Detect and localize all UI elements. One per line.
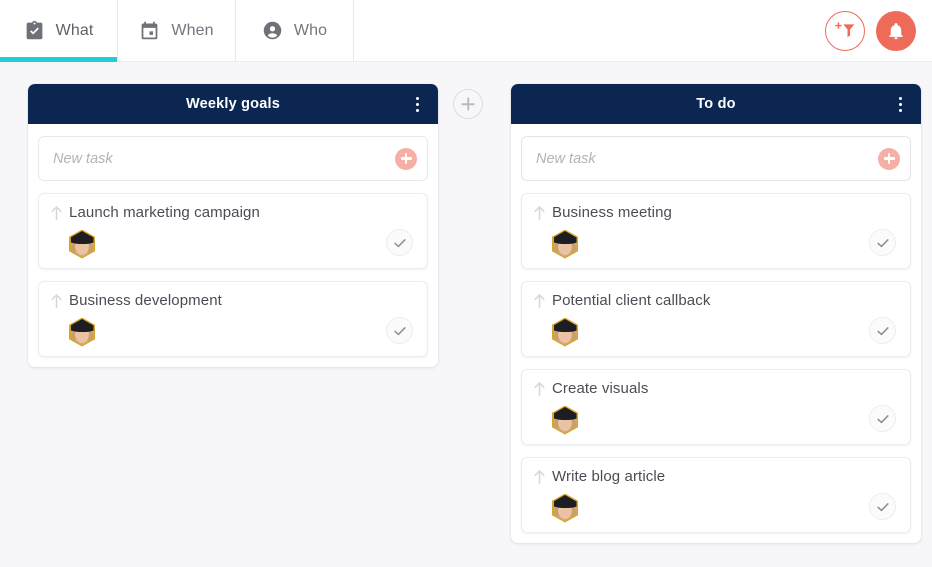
card-footer (552, 317, 858, 347)
complete-task-button[interactable] (386, 317, 413, 344)
check-icon (393, 238, 406, 247)
column-title: To do (696, 96, 736, 112)
calendar-icon (139, 20, 160, 41)
task-card[interactable]: Write blog article (521, 457, 911, 533)
new-task-row[interactable] (521, 136, 911, 181)
new-task-input[interactable] (536, 137, 878, 180)
add-task-button[interactable] (395, 147, 417, 170)
notifications-button[interactable] (876, 11, 916, 51)
task-title: Business development (69, 292, 222, 309)
complete-task-button[interactable] (869, 317, 896, 344)
new-task-input[interactable] (53, 137, 395, 180)
add-filter-button[interactable] (825, 11, 865, 51)
task-title: Business meeting (552, 204, 672, 221)
avatar[interactable] (552, 493, 578, 523)
column-title: Weekly goals (185, 96, 280, 112)
complete-task-button[interactable] (386, 229, 413, 256)
column-slot: To do Business meeting (483, 84, 932, 543)
column-slot: Weekly goals Launch marketing campaign (0, 84, 483, 367)
complete-task-button[interactable] (869, 405, 896, 432)
add-filter-icon (834, 21, 856, 41)
check-icon (876, 502, 889, 511)
more-vertical-icon[interactable] (408, 94, 426, 114)
card-footer (69, 317, 375, 347)
task-title: Create visuals (552, 380, 649, 397)
arrow-up-icon (533, 469, 546, 485)
arrow-up-icon (533, 293, 546, 309)
arrow-up-icon (533, 205, 546, 221)
complete-task-button[interactable] (869, 493, 896, 520)
tab-when-label: When (171, 21, 214, 39)
add-column-button[interactable] (453, 89, 483, 119)
tab-who[interactable]: Who (236, 0, 354, 61)
bell-icon (887, 22, 905, 40)
clipboard-check-icon (24, 20, 45, 41)
check-icon (393, 326, 406, 335)
board-column-weekly-goals: Weekly goals Launch marketing campaign (28, 84, 438, 367)
top-bar-actions (825, 0, 916, 62)
kanban-board: Weekly goals Launch marketing campaign (0, 62, 932, 567)
new-task-row[interactable] (38, 136, 428, 181)
task-card[interactable]: Launch marketing campaign (38, 193, 428, 269)
task-card[interactable]: Potential client callback (521, 281, 911, 357)
more-vertical-icon[interactable] (891, 94, 909, 114)
board-column-to-do: To do Business meeting (511, 84, 921, 543)
card-footer (552, 405, 858, 435)
task-card[interactable]: Create visuals (521, 369, 911, 445)
avatar[interactable] (552, 229, 578, 259)
tab-who-label: Who (293, 21, 328, 39)
task-title: Potential client callback (552, 292, 711, 309)
task-title: Write blog article (552, 468, 666, 485)
arrow-up-icon (50, 293, 63, 309)
avatar[interactable] (552, 317, 578, 347)
task-title: Launch marketing campaign (69, 204, 260, 221)
column-header: To do (511, 84, 921, 124)
card-list: Launch marketing campaign Business devel… (28, 193, 438, 357)
check-icon (876, 326, 889, 335)
card-footer (69, 229, 375, 259)
avatar[interactable] (552, 405, 578, 435)
add-task-button[interactable] (878, 147, 900, 170)
task-card[interactable]: Business development (38, 281, 428, 357)
task-card[interactable]: Business meeting (521, 193, 911, 269)
arrow-up-icon (533, 381, 546, 397)
check-icon (876, 238, 889, 247)
tab-bar: What When Who (0, 0, 354, 62)
avatar[interactable] (69, 229, 95, 259)
top-navigation-bar: What When Who (0, 0, 932, 62)
avatar[interactable] (69, 317, 95, 347)
tab-when[interactable]: When (118, 0, 236, 61)
check-icon (876, 414, 889, 423)
complete-task-button[interactable] (869, 229, 896, 256)
person-icon (262, 20, 283, 41)
column-header: Weekly goals (28, 84, 438, 124)
card-footer (552, 493, 858, 523)
tab-what[interactable]: What (0, 0, 118, 62)
card-list: Business meeting Potential client callba… (511, 193, 921, 533)
card-footer (552, 229, 858, 259)
arrow-up-icon (50, 205, 63, 221)
tab-what-label: What (55, 21, 94, 39)
